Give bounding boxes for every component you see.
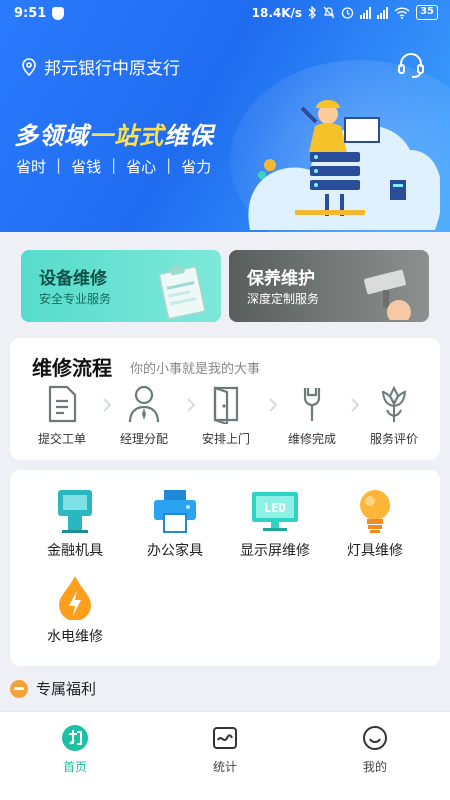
step-label: 经理分配: [119, 432, 168, 446]
category-office-furniture[interactable]: 办公家具: [125, 488, 225, 560]
battery-icon: 35: [416, 5, 438, 20]
hero-banner: 9:51 18.4K/s 35 邦元银行中原支行 多领域一站式维保 省时 | 省…: [0, 0, 450, 232]
chart-icon: [213, 727, 237, 749]
repair-process-card: 维修流程 你的小事就是我的大事 提交工单 经理分配 安排上门 维修完成 服务评价: [10, 338, 440, 460]
card-subtitle: 安全专业服务: [39, 292, 112, 306]
signal-icon: [360, 6, 372, 19]
location-pin-icon: [22, 57, 36, 76]
flower-icon: [381, 385, 407, 422]
nav-label: 我的: [362, 760, 387, 774]
category-lamp-repair[interactable]: 灯具维修: [325, 488, 425, 560]
category-label: 水电维修: [47, 629, 103, 645]
category-label: 灯具维修: [347, 543, 403, 559]
technician-illustration: [248, 100, 440, 230]
process-step: 服务评价: [354, 384, 434, 447]
nav-label: 统计: [212, 760, 237, 774]
slogan-part2: 维保: [164, 122, 214, 150]
step-label: 安排上门: [201, 432, 250, 446]
alarm-icon: [341, 7, 354, 19]
step-label: 维修完成: [287, 432, 336, 446]
coin-icon: [10, 679, 28, 698]
banner-tag: 省力: [181, 158, 212, 176]
door-icon: [213, 386, 239, 424]
status-time: 9:51: [14, 6, 47, 21]
step-label: 提交工单: [37, 432, 86, 446]
process-step: 维修完成: [272, 384, 352, 447]
svg-text:LED: LED: [264, 501, 286, 515]
location-selector[interactable]: 邦元银行中原支行: [22, 54, 180, 79]
card-subtitle: 深度定制服务: [247, 292, 320, 306]
banner-slogan: 多领域一站式维保: [14, 116, 214, 151]
location-label: 邦元银行中原支行: [44, 59, 180, 79]
process-steps: 提交工单 经理分配 安排上门 维修完成 服务评价: [10, 384, 440, 454]
card-title: 设备维修: [39, 269, 107, 289]
tag-separator: |: [166, 156, 172, 174]
banner-tag: 省心: [126, 158, 157, 176]
manager-icon: [128, 385, 160, 423]
document-icon: [48, 385, 77, 423]
category-financial-equipment[interactable]: 金融机具: [25, 488, 125, 560]
device-repair-card[interactable]: 设备维修 安全专业服务: [21, 250, 221, 322]
signal-icon: [377, 6, 389, 19]
nav-statistics[interactable]: 统计: [175, 724, 275, 775]
step-label: 服务评价: [369, 432, 418, 446]
process-title: 维修流程: [32, 356, 112, 380]
home-logo-icon: [62, 725, 88, 751]
atm-icon: [58, 490, 92, 533]
profile-smile-icon: [363, 726, 387, 750]
shield-icon: [52, 7, 64, 20]
nav-home[interactable]: 首页: [25, 724, 125, 775]
benefits-label: 专属福利: [36, 680, 97, 698]
service-categories-card: 金融机具 办公家具 LED 显示屏维修 灯具维修 水电维修: [10, 470, 440, 666]
process-step: 经理分配: [104, 384, 184, 447]
wrench-icon: [303, 388, 321, 421]
status-bar: 9:51 18.4K/s 35: [0, 0, 450, 28]
banner-tag: 省时: [16, 158, 47, 176]
category-water-electric[interactable]: 水电维修: [25, 574, 125, 646]
nav-profile[interactable]: 我的: [325, 724, 425, 775]
mute-icon: [323, 6, 335, 19]
banner-tag: 省钱: [71, 158, 102, 176]
headset-icon[interactable]: [396, 50, 426, 80]
network-speed: 18.4K/s: [251, 5, 303, 20]
process-step: 安排上门: [186, 384, 266, 447]
bulb-icon: [360, 490, 390, 533]
card-title: 保养维护: [247, 269, 315, 289]
slogan-highlight: 一站式: [89, 122, 164, 150]
category-label: 显示屏维修: [240, 543, 310, 559]
work-order-clipboard-icon: [158, 265, 206, 320]
bottom-navigation: 首页 统计 我的: [0, 711, 450, 800]
status-right: 18.4K/s 35: [252, 5, 438, 20]
maintenance-card[interactable]: 保养维护 深度定制服务: [229, 250, 429, 322]
nav-label: 首页: [62, 760, 87, 774]
led-display-icon: LED: [252, 492, 298, 531]
slogan-part1: 多领域: [14, 122, 89, 150]
category-label: 办公家具: [147, 543, 203, 559]
process-step: 提交工单: [22, 384, 102, 447]
category-label: 金融机具: [47, 543, 103, 559]
water-electric-icon: [59, 576, 91, 620]
exclusive-benefits-header[interactable]: 专属福利: [10, 678, 96, 699]
process-subtitle: 你的小事就是我的大事: [130, 362, 261, 377]
banner-tags: 省时 | 省钱 | 省心 | 省力: [16, 156, 211, 177]
printer-icon: [154, 490, 196, 533]
bluetooth-icon: [308, 6, 316, 19]
tag-separator: |: [111, 156, 117, 174]
tag-separator: |: [56, 156, 62, 174]
category-display-repair[interactable]: LED 显示屏维修: [225, 488, 325, 560]
paint-roller-icon: [364, 269, 411, 320]
wifi-icon: [394, 6, 410, 19]
